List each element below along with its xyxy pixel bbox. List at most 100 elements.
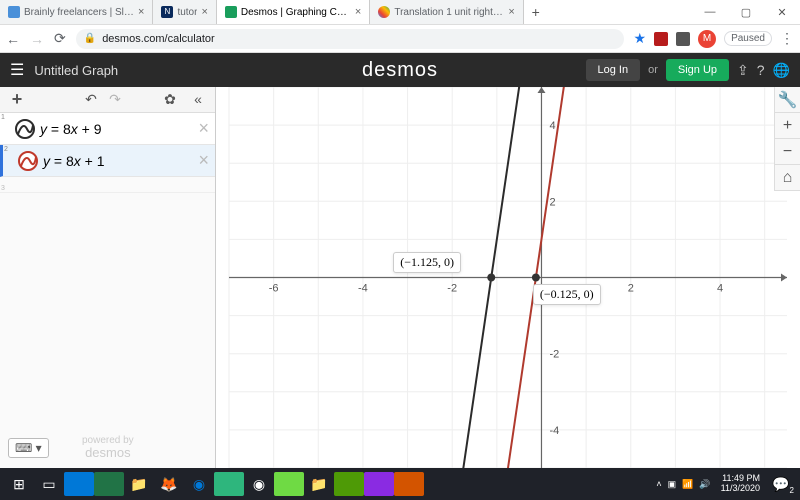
collapse-sidebar-icon[interactable]: « (187, 91, 209, 108)
powered-by-label: powered bydesmos (82, 436, 134, 460)
svg-text:-2: -2 (549, 349, 559, 361)
expression-row-active[interactable]: 2 y = 8x + 1 × (0, 145, 215, 177)
svg-text:-2: -2 (447, 283, 457, 295)
graph-canvas[interactable]: -6 -4 -2 2 4 -4 -2 2 4 🔧 + − ⌂ (−1.125, 0) (−0.1… (216, 87, 800, 468)
taskbar-app-icon[interactable] (334, 472, 364, 496)
svg-text:4: 4 (549, 120, 555, 132)
taskbar-app-icon[interactable]: ◉ (244, 472, 274, 496)
share-icon[interactable]: ⇪ (737, 62, 749, 79)
start-button[interactable]: ⊞ (4, 472, 34, 496)
expression-index: 2 (3, 145, 13, 153)
expression-color-icon[interactable] (17, 150, 39, 172)
volume-icon[interactable]: 🔊 (699, 479, 710, 490)
signup-button[interactable]: Sign Up (666, 59, 729, 81)
wrench-icon[interactable]: 🔧 (775, 87, 800, 113)
windows-taskbar: ⊞ ▭ 📁 🦊 ◉ ◉ 📁 ˄ ▣ 📶 🔊 11:49 PM 11/3/2020… (0, 468, 800, 500)
tab-title: Brainly freelancers | Slack (24, 7, 134, 18)
expression-row[interactable]: 1 y = 8x + 9 × (0, 113, 215, 145)
system-tray[interactable]: ˄ ▣ 📶 🔊 (652, 479, 714, 490)
expression-toolbar: + ↶ ↷ ✿ « (0, 87, 215, 113)
browser-tab[interactable]: Translation 1 unit right of a line × (370, 0, 523, 24)
taskbar-app-icon[interactable] (364, 472, 394, 496)
svg-text:4: 4 (717, 283, 723, 295)
tray-chevron-icon[interactable]: ˄ (656, 479, 661, 489)
task-view-icon[interactable]: ▭ (34, 472, 64, 496)
extension-icon[interactable] (654, 32, 668, 46)
menu-icon[interactable]: ☰ (10, 60, 24, 80)
taskbar-app-icon[interactable]: ◉ (184, 472, 214, 496)
language-icon[interactable]: 🌐 (773, 62, 790, 79)
help-icon[interactable]: ? (757, 62, 765, 78)
url-text: desmos.com/calculator (102, 33, 215, 45)
browser-toolbar: ← → ⟳ 🔒 desmos.com/calculator ★ M Paused… (0, 25, 800, 53)
window-close-icon[interactable]: ✕ (764, 0, 800, 24)
svg-text:-4: -4 (358, 283, 368, 295)
home-button[interactable]: ⌂ (775, 165, 800, 191)
or-text: or (648, 64, 658, 76)
tab-close-icon[interactable]: × (355, 6, 361, 18)
window-maximize-icon[interactable]: ▢ (728, 0, 764, 24)
wifi-icon[interactable]: 📶 (682, 479, 693, 490)
zoom-in-button[interactable]: + (775, 113, 800, 139)
expression-sidebar: + ↶ ↷ ✿ « 1 y = 8x + 9 × 2 y = 8x + 1 (0, 87, 216, 468)
redo-button[interactable]: ↷ (104, 91, 126, 108)
main-area: + ↶ ↷ ✿ « 1 y = 8x + 9 × 2 y = 8x + 1 (0, 87, 800, 468)
keyboard-button[interactable]: ⌨ ▾ (8, 438, 49, 458)
browser-tab-strip: Brainly freelancers | Slack × N tutor × … (0, 0, 800, 25)
taskbar-app-icon[interactable] (64, 472, 94, 496)
tab-close-icon[interactable]: × (508, 6, 514, 18)
graph-svg[interactable]: -6 -4 -2 2 4 -4 -2 2 4 (216, 87, 800, 468)
tray-icon[interactable]: ▣ (668, 479, 677, 490)
browser-menu-icon[interactable]: ⋮ (780, 30, 794, 47)
back-button[interactable]: ← (6, 31, 20, 47)
new-tab-button[interactable]: + (524, 0, 548, 24)
taskbar-app-icon[interactable]: 📁 (124, 472, 154, 496)
delete-expression-icon[interactable]: × (192, 150, 215, 171)
taskbar-clock[interactable]: 11:49 PM 11/3/2020 (717, 474, 764, 494)
svg-text:-4: -4 (549, 425, 559, 437)
profile-avatar[interactable]: M (698, 30, 716, 48)
point-label: (−1.125, 0) (393, 252, 461, 273)
app-header: ☰ Untitled Graph desmos Log In or Sign U… (0, 53, 800, 87)
expression-formula[interactable]: y = 8x + 9 (40, 121, 192, 137)
expression-index: 1 (0, 113, 10, 121)
add-expression-button[interactable]: + (6, 89, 28, 110)
browser-tab-active[interactable]: Desmos | Graphing Calculator × (217, 0, 370, 24)
login-button[interactable]: Log In (586, 59, 641, 81)
graph-title[interactable]: Untitled Graph (34, 63, 118, 78)
svg-text:2: 2 (549, 196, 555, 208)
tab-close-icon[interactable]: × (201, 6, 207, 18)
settings-icon[interactable]: ✿ (159, 91, 181, 108)
tab-title: tutor (177, 7, 197, 18)
browser-tab[interactable]: N tutor × (153, 0, 216, 24)
extension-icon[interactable] (676, 32, 690, 46)
taskbar-app-icon[interactable]: 📁 (304, 472, 334, 496)
zoom-out-button[interactable]: − (775, 139, 800, 165)
svg-text:-6: -6 (269, 283, 279, 295)
taskbar-app-icon[interactable] (94, 472, 124, 496)
notification-icon[interactable]: 💬2 (766, 472, 796, 496)
taskbar-app-icon[interactable]: 🦊 (154, 472, 184, 496)
lock-icon: 🔒 (84, 33, 96, 44)
tab-title: Translation 1 unit right of a line (394, 7, 504, 18)
tab-close-icon[interactable]: × (138, 6, 144, 18)
desmos-logo: desmos (362, 59, 438, 82)
graph-tools: 🔧 + − ⌂ (774, 87, 800, 191)
bookmark-star-icon[interactable]: ★ (634, 30, 647, 47)
point-label: (−0.125, 0) (533, 284, 601, 305)
undo-button[interactable]: ↶ (80, 91, 102, 108)
expression-formula[interactable]: y = 8x + 1 (43, 153, 192, 169)
taskbar-app-icon[interactable] (274, 472, 304, 496)
window-minimize-icon[interactable]: — (692, 0, 728, 24)
taskbar-app-icon[interactable] (394, 472, 424, 496)
profile-paused-label[interactable]: Paused (724, 31, 772, 46)
forward-button[interactable]: → (30, 31, 44, 47)
delete-expression-icon[interactable]: × (192, 118, 215, 139)
expression-color-icon[interactable] (14, 118, 36, 140)
tab-title: Desmos | Graphing Calculator (241, 7, 351, 18)
taskbar-app-icon[interactable] (214, 472, 244, 496)
svg-text:2: 2 (628, 283, 634, 295)
address-bar[interactable]: 🔒 desmos.com/calculator (76, 29, 624, 49)
reload-button[interactable]: ⟳ (54, 30, 66, 47)
browser-tab[interactable]: Brainly freelancers | Slack × (0, 0, 153, 24)
